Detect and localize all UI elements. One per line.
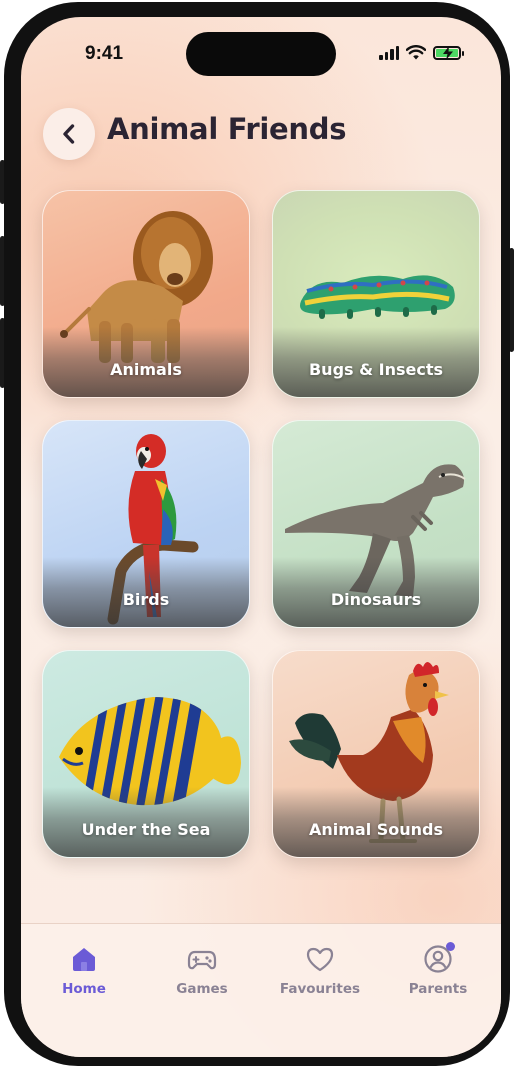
gamepad-icon (187, 950, 217, 970)
tab-games[interactable]: Games (147, 944, 257, 997)
tab-favourites[interactable]: Favourites (265, 944, 375, 997)
category-card-animal-sounds[interactable]: Animal Sounds (272, 650, 480, 858)
category-label: Animals (110, 360, 182, 379)
chevron-left-icon (63, 124, 75, 144)
bottom-tab-bar: Home Games Favourites Parents (21, 923, 501, 1057)
cellular-signal-icon (379, 45, 399, 60)
category-label: Dinosaurs (330, 590, 422, 609)
dynamic-island (186, 32, 336, 76)
back-button[interactable] (43, 108, 95, 160)
tab-label: Favourites (279, 981, 361, 997)
tab-home[interactable]: Home (29, 944, 139, 997)
tab-label: Parents (408, 981, 468, 997)
category-card-under-the-sea[interactable]: Under the Sea (42, 650, 250, 858)
category-label: Bugs & Insects (308, 360, 444, 379)
category-label: Animal Sounds (308, 820, 444, 839)
category-card-dinosaurs[interactable]: Dinosaurs (272, 420, 480, 628)
category-card-animals[interactable]: Animals (42, 190, 250, 398)
notification-dot (446, 942, 455, 951)
page-title: Animal Friends (107, 112, 347, 146)
wifi-icon (406, 45, 426, 60)
category-card-bugs-insects[interactable]: Bugs & Insects (272, 190, 480, 398)
status-icons (379, 45, 464, 60)
heart-icon (306, 947, 334, 972)
tab-label: Games (176, 981, 228, 997)
category-card-birds[interactable]: Birds (42, 420, 250, 628)
tab-parents[interactable]: Parents (383, 942, 493, 997)
category-label: Under the Sea (81, 820, 211, 839)
category-label: Birds (122, 590, 170, 609)
phone-frame: 9:41 Animal Friends Animals Bugs & Insec… (4, 2, 510, 1066)
home-icon (73, 948, 95, 971)
profile-icon-wrapper (423, 942, 455, 974)
tab-label: Home (62, 981, 106, 997)
status-time: 9:41 (85, 43, 124, 64)
battery-icon (433, 45, 464, 60)
app-screen: 9:41 Animal Friends Animals Bugs & Insec… (21, 17, 501, 1057)
